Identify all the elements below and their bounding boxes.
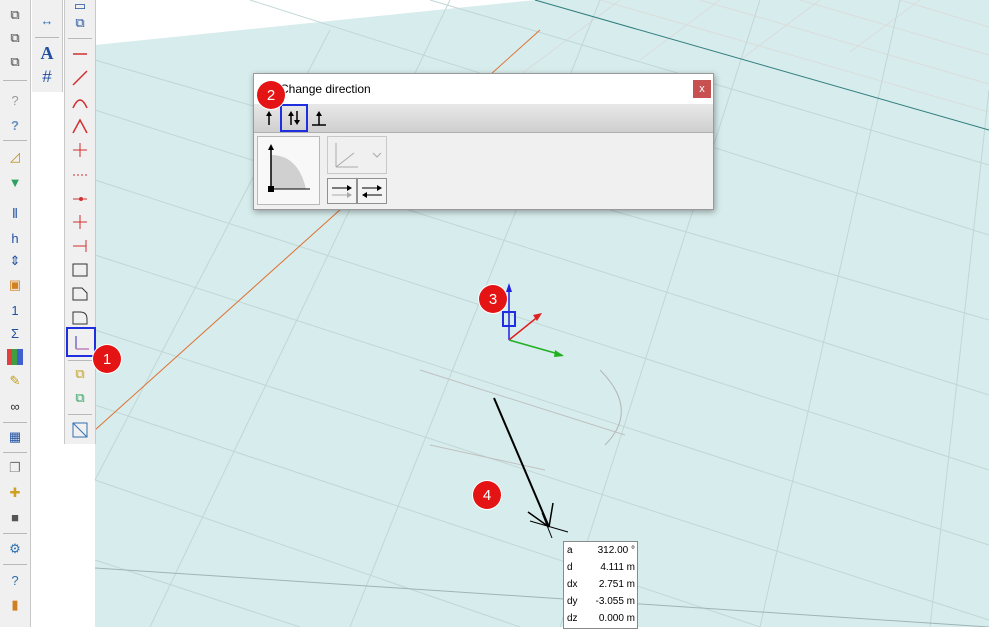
settings-icon[interactable]: ⚙ [5, 539, 25, 559]
binoculars-icon[interactable]: ∞ [5, 396, 25, 416]
coord-value: 0.000 m [598, 613, 635, 624]
change-direction-dialog: Change direction x [253, 73, 714, 210]
divider [68, 360, 92, 361]
double-arrow-tab[interactable] [280, 104, 308, 132]
callout-badge-2: 2 [257, 81, 285, 109]
callout-badge-1: 1 [93, 345, 121, 373]
help-circle-icon[interactable]: ? [5, 570, 25, 590]
callout-badge-3: 3 [479, 285, 507, 313]
divider [3, 140, 27, 141]
text-icon[interactable]: A [37, 43, 57, 63]
dialog-tab-bar [254, 104, 713, 133]
coord-label: dz [567, 613, 578, 624]
coord-row-dx: dx 2.751 m [567, 577, 635, 593]
coord-row-a: a 312.00 ° [567, 543, 635, 559]
coord-value: 312.00 ° [597, 545, 635, 556]
coord-row-dy: dy -3.055 m [567, 594, 635, 610]
filter-icon[interactable]: ▼ [5, 172, 25, 192]
callout-badge-4: 4 [473, 481, 501, 509]
divider [3, 533, 27, 534]
sum-icon[interactable]: Σ [5, 323, 25, 343]
coord-label: dx [567, 579, 578, 590]
dialog-titlebar[interactable]: Change direction x [254, 74, 713, 104]
coord-label: a [567, 545, 573, 556]
add-icon[interactable]: ✚ [5, 483, 25, 503]
coord-label: dy [567, 596, 578, 607]
table-icon[interactable]: ▦ [5, 427, 25, 447]
hash-icon[interactable]: # [37, 67, 57, 87]
copy-icon[interactable]: ⧉ [5, 52, 25, 72]
numbering-icon[interactable]: 1 [5, 300, 25, 320]
perpendicular-arrow-tab[interactable] [308, 107, 330, 129]
divider [3, 80, 27, 81]
divider [3, 422, 27, 423]
rect-icon[interactable] [70, 260, 90, 280]
help-icon[interactable]: ? [5, 115, 25, 135]
copy-icon[interactable]: ⧉ [5, 28, 25, 48]
axis-select[interactable] [327, 136, 387, 174]
line-icon[interactable] [70, 68, 90, 88]
coordinate-readout: a 312.00 ° d 4.111 m dx 2.751 m dy -3.055 m … [563, 541, 638, 629]
dashed-icon[interactable] [70, 165, 90, 185]
triangle-icon[interactable] [70, 116, 90, 136]
coord-label: d [567, 562, 573, 573]
copy-icon[interactable]: ⧉ [5, 5, 25, 25]
left-toolbar: ⧉ ⧉ ⧉ ? ? ◿ ▼ ⫴ h ⇕ ▣ 1 Σ ✎ ∞ ▦ ❐ ✚ ■ ⚙ … [0, 0, 31, 627]
direction-preview [257, 136, 320, 205]
eraser-icon[interactable]: ✎ [5, 371, 25, 391]
copy-icon[interactable]: ⧉ [70, 388, 90, 408]
divider [35, 37, 59, 38]
height-icon[interactable]: h [5, 228, 25, 248]
line-icon[interactable] [70, 44, 90, 64]
weight-icon[interactable]: ■ [5, 507, 25, 527]
close-button[interactable]: x [693, 80, 711, 98]
reverse-left-button[interactable] [357, 178, 387, 204]
angle-icon[interactable]: ◿ [5, 147, 25, 167]
spacing-icon[interactable]: ⇕ [5, 251, 25, 271]
divider [3, 452, 27, 453]
divider [68, 414, 92, 415]
colors-icon[interactable] [5, 347, 25, 367]
rect-icon[interactable] [70, 308, 90, 328]
dimension-icon[interactable]: ↔ [37, 10, 57, 30]
drawing-toolbar: ▭ ⧉ ⧉ ⧉ [64, 0, 96, 444]
single-arrow-tab[interactable] [258, 107, 280, 129]
reverse-right-button[interactable] [327, 178, 357, 204]
change-direction-icon[interactable] [66, 327, 96, 357]
divider [68, 38, 92, 39]
layers-icon[interactable]: ❐ [5, 458, 25, 478]
frame-icon[interactable]: ▣ [5, 275, 25, 295]
coord-value: 4.111 m [600, 562, 635, 573]
coord-value: 2.751 m [598, 579, 635, 590]
arc-icon[interactable] [70, 92, 90, 112]
hatch-icon[interactable] [70, 420, 90, 440]
dialog-title: Change direction [280, 82, 371, 96]
book-icon[interactable]: ▮ [5, 595, 25, 615]
copy-icon[interactable]: ⧉ [70, 364, 90, 384]
coord-row-d: d 4.111 m [567, 560, 635, 576]
cross-icon[interactable] [70, 140, 90, 160]
middle-toolbar: ↔ A # [32, 0, 63, 92]
window-icon[interactable]: ⧉ [70, 13, 90, 33]
coord-row-dz: dz 0.000 m [567, 611, 635, 627]
arrow-icon[interactable] [70, 189, 90, 209]
align-icon[interactable]: ⫴ [5, 204, 25, 224]
divider [3, 564, 27, 565]
coord-value: -3.055 m [595, 596, 635, 607]
rect-icon[interactable] [70, 284, 90, 304]
arrow-icon[interactable] [70, 236, 90, 256]
help-pointer-icon[interactable]: ? [5, 90, 25, 110]
cross-icon[interactable] [70, 212, 90, 232]
